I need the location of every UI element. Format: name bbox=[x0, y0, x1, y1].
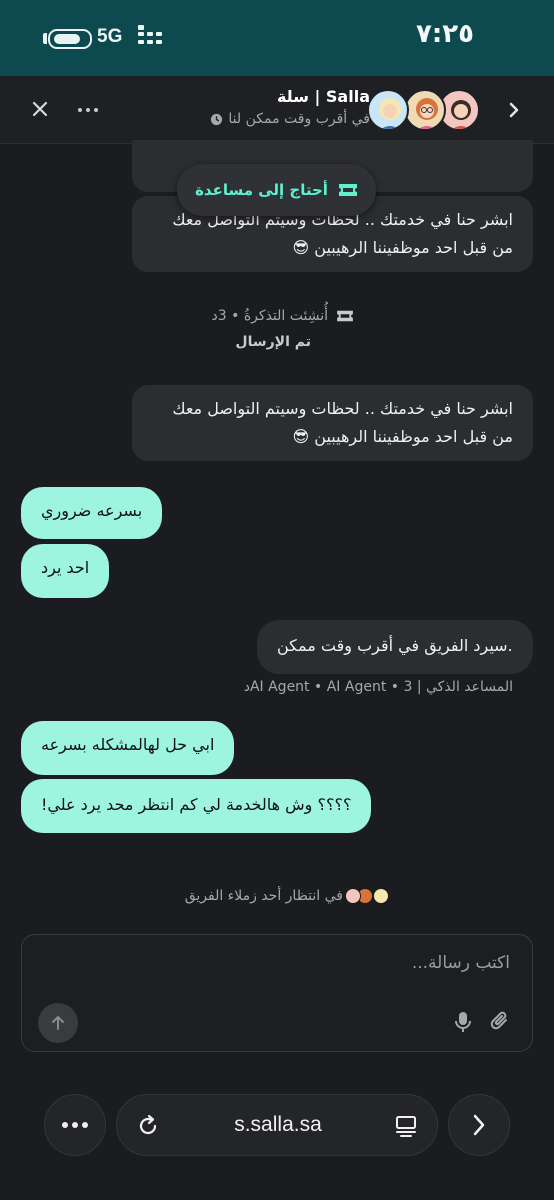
bot-message: .سيرد الفريق في أقرب وقت ممكن bbox=[257, 620, 533, 674]
avatar-agent-1 bbox=[367, 89, 409, 131]
battery-icon bbox=[48, 29, 92, 49]
forward-button[interactable] bbox=[448, 1094, 510, 1156]
need-help-label: أحتاج إلى مساعدة bbox=[195, 181, 328, 199]
user-message: ؟؟؟؟ وش هالخدمة لي كم انتظر محد يرد علي! bbox=[21, 779, 372, 833]
message-line: ابشر حنا في خدمتك .. لحظات وسيتم التواصل… bbox=[172, 399, 513, 418]
chevron-right-icon[interactable] bbox=[503, 96, 527, 124]
mini-avatars bbox=[345, 888, 389, 904]
network-type: 5G bbox=[97, 26, 123, 47]
message-line: من قبل احد موظفيننا الرهيبين 😎 bbox=[292, 238, 513, 257]
message-line: من قبل احد موظفيننا الرهيبين 😎 bbox=[292, 427, 513, 446]
signal-icon bbox=[138, 25, 162, 49]
response-time-text: في أقرب وقت ممكن لنا bbox=[228, 111, 370, 127]
url-text: s.salla.sa bbox=[234, 1113, 322, 1136]
address-bar[interactable]: s.salla.sa bbox=[116, 1094, 438, 1156]
send-button[interactable] bbox=[38, 1003, 78, 1043]
close-icon[interactable] bbox=[30, 99, 50, 119]
waiting-text: في انتظار أحد زملاء الفريق bbox=[184, 888, 343, 904]
message-input[interactable] bbox=[70, 953, 510, 973]
more-options-icon[interactable] bbox=[77, 100, 99, 120]
sent-status: تم الإرسال bbox=[235, 334, 311, 350]
tabs-icon[interactable] bbox=[393, 1113, 419, 1139]
ticket-created-meta: أُنشِئت التذكرةُ • 3د bbox=[212, 308, 354, 324]
more-dots-icon bbox=[62, 1122, 88, 1128]
user-message: احد يرد bbox=[21, 544, 110, 598]
clock-icon bbox=[211, 113, 223, 125]
chat-title: Salla | سلة bbox=[276, 87, 370, 106]
arrow-up-icon bbox=[52, 1016, 64, 1030]
user-message: بسرعه ضروري bbox=[21, 487, 163, 539]
paperclip-icon[interactable] bbox=[489, 1010, 511, 1032]
browser-menu-button[interactable] bbox=[44, 1094, 106, 1156]
ticket-icon bbox=[338, 184, 357, 196]
need-help-button[interactable]: أحتاج إلى مساعدة bbox=[177, 164, 376, 216]
message-composer bbox=[21, 934, 533, 1052]
mini-avatar bbox=[345, 888, 361, 904]
ticket-created-text: أُنشِئت التذكرةُ • 3د bbox=[211, 308, 328, 324]
avatar-agent-2 bbox=[404, 89, 446, 131]
ticket-icon bbox=[337, 310, 353, 322]
status-time: ٧:٢٥ bbox=[415, 19, 474, 49]
mini-avatar bbox=[373, 888, 389, 904]
agent-meta: المساعد الذكي | AI Agent • AI Agent • 3د bbox=[243, 679, 513, 695]
response-time-note: في أقرب وقت ممكن لنا bbox=[210, 111, 370, 127]
battery-nub bbox=[43, 33, 47, 44]
bot-message: ابشر حنا في خدمتك .. لحظات وسيتم التواصل… bbox=[132, 385, 533, 461]
waiting-status: في انتظار أحد زملاء الفريق bbox=[185, 888, 389, 904]
user-message: ابي حل لهالمشكله بسرعه bbox=[21, 721, 235, 775]
microphone-icon[interactable] bbox=[454, 1011, 472, 1033]
chevron-right-icon bbox=[473, 1114, 485, 1136]
